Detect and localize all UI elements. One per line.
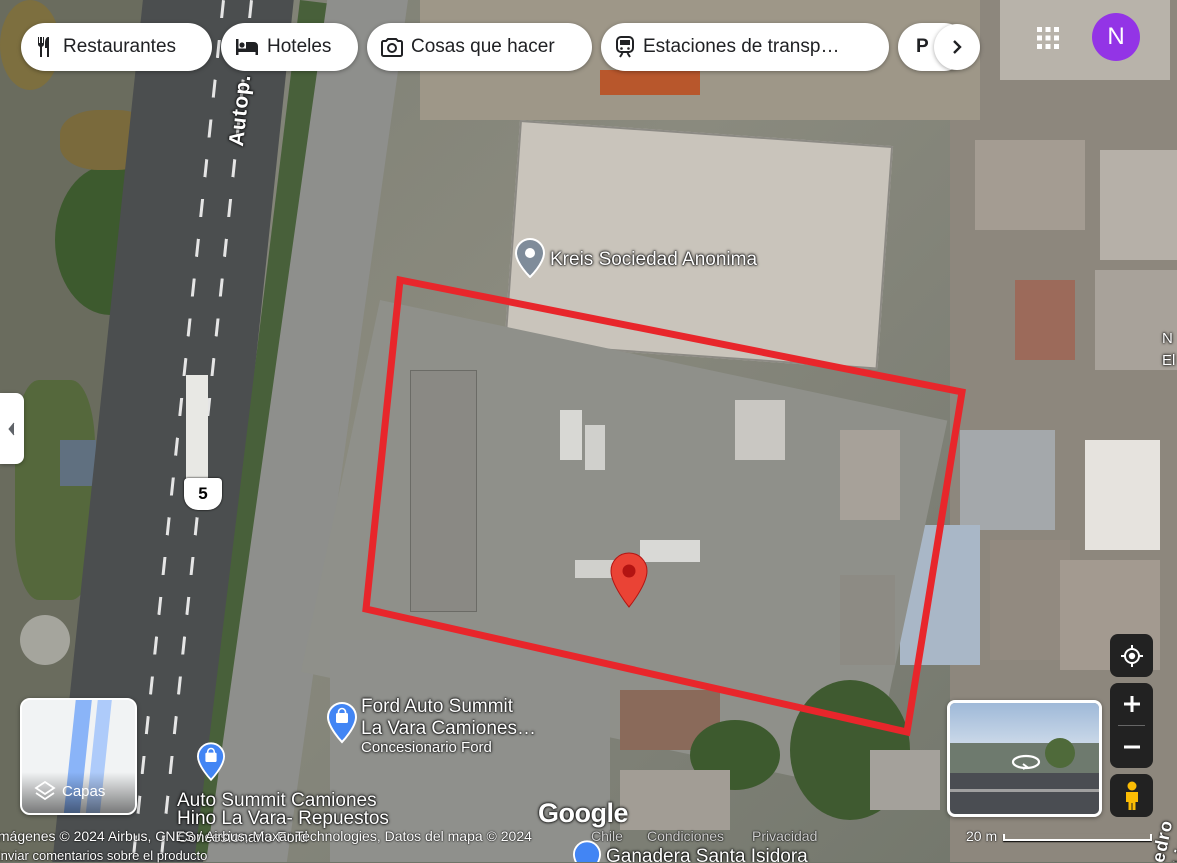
chip-label: Hoteles: [267, 36, 332, 57]
fork-knife-icon: [38, 37, 49, 57]
scale-bar: [1003, 834, 1152, 841]
minus-icon: [1123, 745, 1140, 749]
pegman-icon: [1125, 781, 1138, 810]
google-logo: Google: [538, 798, 629, 828]
chip-hotels[interactable]: Hoteles: [221, 23, 358, 71]
place-label-kreis[interactable]: Kreis Sociedad Anonima: [550, 249, 757, 271]
attribution-bar: Imágenes © 2024 Airbus, CNES / Airbus, M…: [0, 826, 1177, 863]
chip-label: Restaurantes: [63, 36, 177, 57]
account-avatar[interactable]: N: [1092, 13, 1140, 61]
place-marker-ford[interactable]: [326, 701, 358, 749]
train-icon: [616, 36, 634, 58]
apps-button[interactable]: [1030, 20, 1066, 56]
rotate-360-icon: [1011, 754, 1041, 770]
layers-label: Capas: [62, 782, 106, 800]
country-link[interactable]: Chile: [591, 828, 623, 844]
avatar-initial: N: [1107, 23, 1125, 50]
layers-icon: [34, 780, 56, 801]
bed-icon: [236, 39, 258, 55]
chevron-left-icon: [8, 422, 15, 435]
camera-icon: [381, 38, 403, 57]
selected-location-pin[interactable]: [610, 552, 648, 613]
crosshair-icon: [1120, 644, 1143, 667]
scale-label[interactable]: 20 m: [966, 828, 997, 844]
chip-label: Cosas que hacer: [411, 36, 555, 57]
layers-button[interactable]: Capas: [20, 698, 137, 815]
apps-grid-icon: [1037, 27, 1059, 49]
chip-label: Estaciones de transp…: [643, 36, 840, 57]
place-label-ford-1[interactable]: Ford Auto Summit: [361, 696, 513, 718]
terms-link[interactable]: Condiciones: [647, 828, 724, 844]
place-marker-kreis[interactable]: [514, 237, 546, 283]
chip-restaurants[interactable]: Restaurantes: [21, 23, 212, 71]
plus-icon: [1123, 696, 1140, 712]
place-marker-auto-summit[interactable]: [196, 742, 226, 787]
zoom-in-button[interactable]: [1110, 683, 1153, 725]
chevron-right-icon: [953, 40, 962, 54]
shopping-bag-icon: [196, 742, 226, 782]
shopping-bag-icon: [326, 701, 358, 744]
zoom-controls: [1110, 683, 1153, 768]
chip-transit-stations[interactable]: Estaciones de transp…: [601, 23, 889, 71]
gray-pin-icon: [514, 237, 546, 279]
street-view-preview[interactable]: [947, 700, 1102, 817]
chips-scroll-right-button[interactable]: [934, 24, 980, 70]
place-category-ford: Concesionario Ford: [361, 739, 492, 756]
place-label-ganadera[interactable]: Ganadera Santa Isidora: [606, 846, 808, 862]
chip-things-to-do[interactable]: Cosas que hacer: [367, 23, 592, 71]
collapse-side-panel-button[interactable]: [0, 393, 24, 464]
red-pin-icon: [610, 552, 648, 608]
my-location-button[interactable]: [1110, 634, 1153, 677]
feedback-link[interactable]: Enviar comentarios sobre el producto: [0, 848, 207, 863]
place-label-ford-2[interactable]: La Vara Camiones…: [361, 718, 536, 740]
street-view-pegman-button[interactable]: [1110, 774, 1153, 817]
zoom-out-button[interactable]: [1110, 726, 1153, 768]
chip-label: P: [916, 36, 929, 57]
privacy-link[interactable]: Privacidad: [752, 828, 817, 844]
imagery-attribution: Imágenes © 2024 Airbus, CNES / Airbus, M…: [0, 828, 532, 844]
